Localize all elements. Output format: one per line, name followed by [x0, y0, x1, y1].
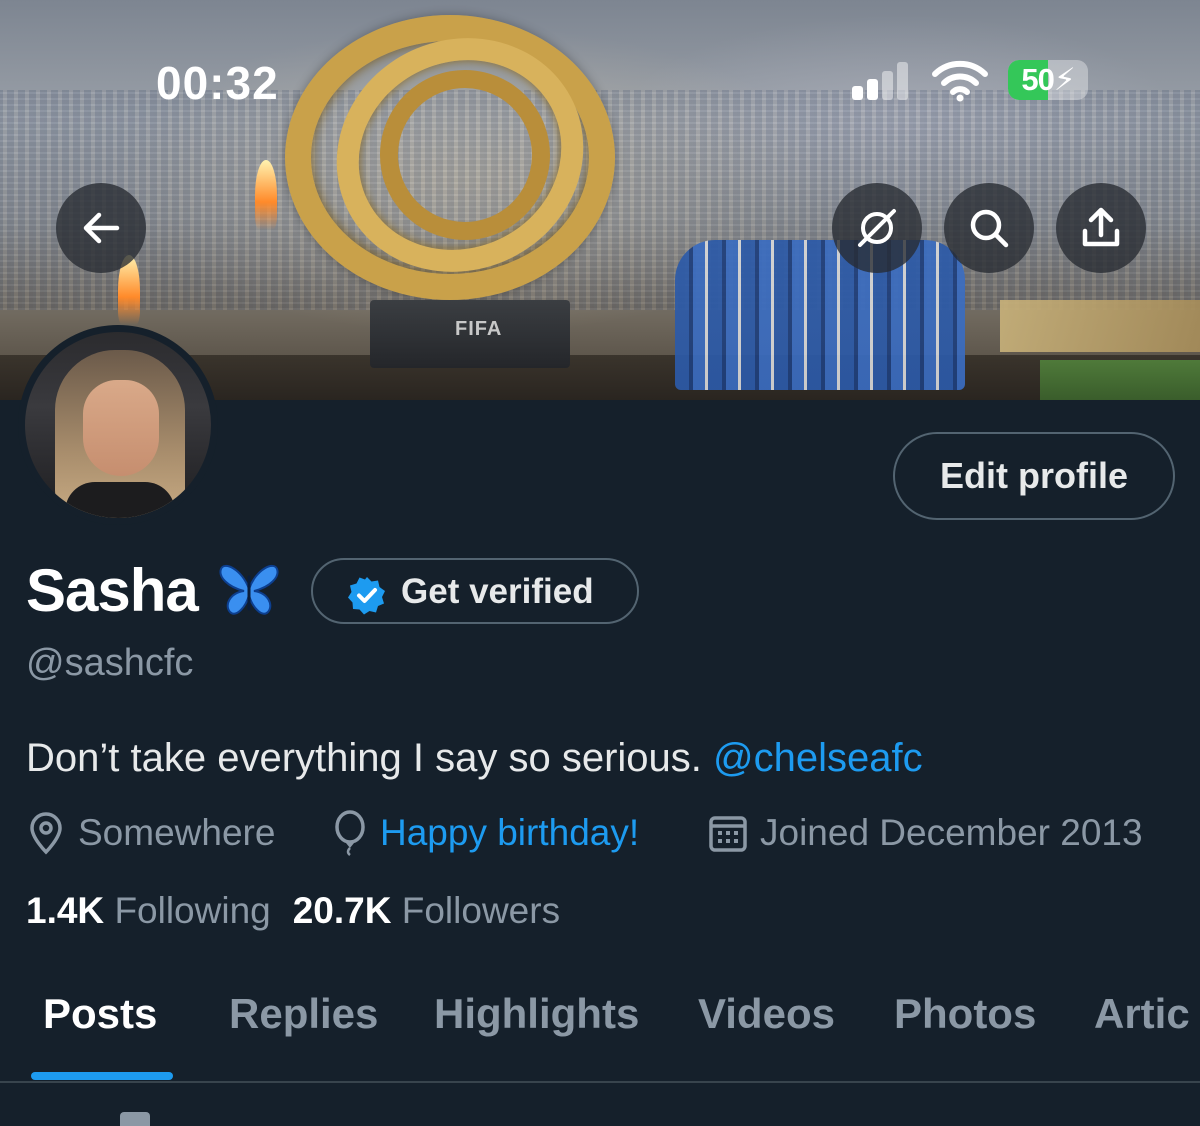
bio-text: Don’t take everything I say so serious.: [26, 736, 713, 780]
following-count: 1.4K: [26, 890, 105, 931]
pin-icon: [120, 1112, 150, 1126]
active-tab-indicator: [31, 1072, 173, 1080]
profile-banner-image[interactable]: FIFA 00:32 50⚡: [0, 0, 1200, 400]
share-button[interactable]: [1056, 183, 1146, 273]
banner-pitch: [1040, 360, 1200, 400]
avatar-photo: [25, 332, 211, 518]
grok-button[interactable]: [832, 183, 922, 273]
location-item: Somewhere: [26, 808, 275, 858]
profile-meta: Somewhere Happy birthday! Joined Decembe…: [26, 808, 1196, 858]
bio: Don’t take everything I say so serious. …: [26, 736, 923, 781]
following-link[interactable]: 1.4K Following: [26, 890, 271, 931]
bio-mention-link[interactable]: @chelseafc: [713, 736, 923, 780]
grok-icon: [858, 209, 896, 247]
tab-articles[interactable]: Artic: [1094, 990, 1190, 1082]
share-icon: [1082, 207, 1120, 247]
birthday-text[interactable]: Happy birthday!: [380, 812, 639, 854]
avatar-clothing: [65, 482, 175, 518]
plinth-label: FIFA: [455, 318, 503, 340]
battery-icon: 50⚡: [1008, 60, 1088, 100]
profile-tabs: Posts Replies Highlights Videos Photos A…: [0, 990, 1200, 1082]
tab-photos[interactable]: Photos: [894, 990, 1036, 1082]
tab-replies[interactable]: Replies: [229, 990, 378, 1082]
followers-label: Followers: [401, 890, 561, 931]
cellular-signal-icon: [852, 62, 912, 100]
follow-stats: 1.4K Following 20.7K Followers: [26, 890, 560, 932]
tab-posts[interactable]: Posts: [43, 990, 157, 1082]
birthday-item[interactable]: Happy birthday!: [332, 808, 639, 858]
location-pin-icon: [30, 812, 62, 855]
user-handle: @sashcfc: [26, 642, 194, 684]
pinned-row-partial: [120, 1112, 240, 1126]
back-button[interactable]: [56, 183, 146, 273]
profile-page: FIFA 00:32 50⚡ Edit profile Sasha Get ve…: [0, 0, 1200, 1126]
banner-ad-board: [1000, 300, 1200, 352]
arrow-left-icon: [83, 212, 120, 244]
joined-item: Joined December 2013: [708, 808, 1143, 858]
wifi-icon: [932, 60, 988, 107]
followers-count: 20.7K: [292, 890, 392, 931]
get-verified-button[interactable]: Get verified: [311, 558, 639, 624]
tabs-divider: [0, 1081, 1200, 1083]
get-verified-label: Get verified: [401, 572, 594, 611]
battery-level: 50⚡: [1021, 62, 1076, 97]
status-time: 00:32: [156, 57, 279, 109]
avatar[interactable]: [18, 325, 218, 525]
display-name: Sasha: [26, 557, 199, 624]
calendar-icon: [709, 816, 747, 852]
balloon-icon: [335, 810, 365, 856]
tab-highlights[interactable]: Highlights: [434, 990, 639, 1082]
followers-link[interactable]: 20.7K Followers: [293, 890, 560, 931]
verified-badge-icon: [347, 575, 387, 620]
banner-team-group: [675, 240, 965, 390]
bolt-icon: ⚡: [1053, 62, 1076, 97]
following-label: Following: [114, 890, 271, 931]
location-text: Somewhere: [78, 812, 276, 853]
search-button[interactable]: [944, 183, 1034, 273]
tab-videos[interactable]: Videos: [698, 990, 835, 1082]
butterfly-icon: [218, 563, 280, 622]
joined-text: Joined December 2013: [760, 812, 1143, 853]
banner-flare: [255, 160, 277, 230]
edit-profile-button[interactable]: Edit profile: [893, 432, 1175, 520]
search-icon: [970, 209, 1009, 248]
avatar-face: [83, 380, 159, 476]
